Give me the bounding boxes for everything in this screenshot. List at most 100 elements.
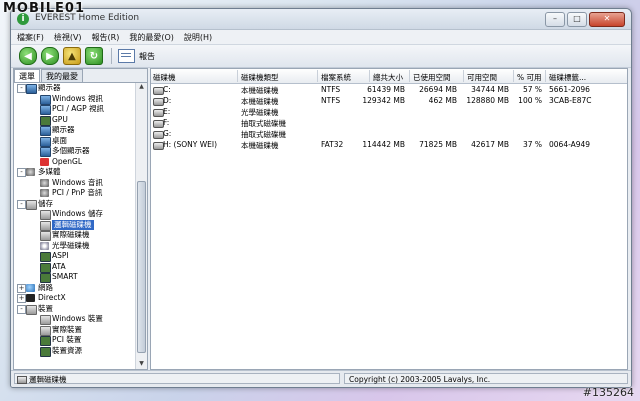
table-row[interactable]: D: 本機磁碟機 NTFS 129342 MB 462 MB 128880 MB 100 %… — [151, 96, 627, 107]
tree-item[interactable]: ATA — [14, 262, 135, 273]
close-button[interactable]: ✕ — [589, 12, 625, 27]
column-separator[interactable] — [409, 70, 410, 82]
menu-favorites[interactable]: 我的最愛(O) — [129, 32, 174, 43]
table-cell: NTFS — [321, 96, 341, 105]
column-header[interactable]: 磁碟機 — [153, 72, 176, 83]
tree-item[interactable]: Windows 音訊 — [14, 178, 135, 189]
table-row[interactable]: E: 光學磁碟機 — [151, 107, 627, 118]
table-row[interactable]: F: 抽取式磁碟機 — [151, 118, 627, 129]
report-button-label[interactable]: 報告 — [139, 51, 155, 62]
table-cell: C: — [163, 85, 171, 94]
column-header[interactable]: 總共大小 — [373, 72, 403, 83]
tree-item[interactable]: 光學磁碟機 — [14, 241, 135, 252]
table-cell: 3CAB-E87C — [549, 96, 592, 105]
menu-view[interactable]: 檢視(V) — [54, 32, 82, 43]
column-separator[interactable] — [317, 70, 318, 82]
tree-item[interactable]: - 顯示器 — [14, 83, 135, 94]
column-header[interactable]: 磁碟機類型 — [241, 72, 279, 83]
tree-item-label: GPU — [52, 114, 68, 124]
tree-item[interactable]: 多個顯示器 — [14, 146, 135, 157]
column-header[interactable]: % 可用 — [517, 72, 542, 83]
tree-item[interactable]: SMART — [14, 272, 135, 283]
column-header[interactable]: 可用空間 — [467, 72, 497, 83]
forward-arrow-icon[interactable]: ▶ — [41, 47, 59, 65]
tree-item[interactable]: 實際磁碟機 — [14, 230, 135, 241]
sound-icon — [40, 189, 49, 197]
column-header[interactable]: 檔案系統 — [321, 72, 351, 83]
tab-menu[interactable]: 選單 — [14, 69, 40, 82]
tree-item[interactable]: PCI 裝置 — [14, 335, 135, 346]
tree-item[interactable]: PCI / PnP 音訊 — [14, 188, 135, 199]
table-row[interactable]: C: 本機磁碟機 NTFS 61439 MB 26694 MB 34744 MB 57 % 5… — [151, 85, 627, 96]
refresh-icon[interactable]: ↻ — [85, 47, 103, 65]
watermark-logo: MOBILE01 — [3, 1, 85, 16]
report-icon[interactable] — [118, 49, 135, 63]
back-arrow-icon[interactable]: ◀ — [19, 47, 37, 65]
tree-scrollbar[interactable]: ▲ ▼ — [135, 83, 147, 369]
table-cell: 本機磁碟機 — [241, 86, 279, 95]
tree-item[interactable]: + DirectX — [14, 293, 135, 304]
tree-item[interactable]: 實際裝置 — [14, 325, 135, 336]
menu-report[interactable]: 報告(R) — [92, 32, 120, 43]
column-separator[interactable] — [513, 70, 514, 82]
drive-icon — [40, 210, 51, 220]
tree-item-label: 儲存 — [38, 198, 53, 208]
tree-item[interactable]: Windows 儲存 — [14, 209, 135, 220]
scroll-up-icon[interactable]: ▲ — [137, 83, 146, 92]
tree-item[interactable]: 顯示器 — [14, 125, 135, 136]
tree-item[interactable]: Windows 視訊 — [14, 94, 135, 105]
drive-icon — [26, 304, 37, 315]
column-separator[interactable] — [463, 70, 464, 82]
table-cell: F: — [163, 118, 170, 127]
minimize-button[interactable]: – — [545, 12, 565, 27]
column-separator[interactable] — [545, 70, 546, 82]
tree-item[interactable]: - 多媒體 — [14, 167, 135, 178]
expand-icon[interactable]: + — [17, 283, 26, 293]
table-cell: 61439 MB — [367, 85, 405, 94]
tree-item[interactable]: + 網路 — [14, 283, 135, 294]
sound-icon — [26, 168, 35, 176]
tree-item[interactable]: - 儲存 — [14, 199, 135, 210]
table-row[interactable]: G: 抽取式磁碟機 — [151, 129, 627, 140]
menu-bar: 檔案(F) 檢視(V) 報告(R) 我的最愛(O) 說明(H) — [11, 30, 631, 45]
device-tree: - 顯示器 Windows 視訊 PCI / AGP 視訊 GPU 顯示器桌面 多個顯示器 O… — [14, 83, 135, 369]
tree-item[interactable]: OpenGL — [14, 157, 135, 168]
tree-item-label: 顯示器 — [52, 125, 75, 134]
toolbar-separator — [111, 48, 112, 64]
tree-item[interactable]: PCI / AGP 視訊 — [14, 104, 135, 115]
scroll-down-icon[interactable]: ▼ — [137, 360, 146, 369]
tree-item-label: Windows 視訊 — [52, 93, 103, 103]
menu-file[interactable]: 檔案(F) — [17, 32, 44, 43]
column-header[interactable]: 已使用空間 — [413, 72, 451, 83]
tree-item[interactable]: 裝置資源 — [14, 346, 135, 357]
collapse-icon[interactable]: - — [17, 304, 26, 314]
tab-favorites[interactable]: 我的最愛 — [41, 69, 83, 82]
collapse-icon[interactable]: - — [17, 199, 26, 209]
maximize-button[interactable]: □ — [567, 12, 587, 27]
tree-item[interactable]: - 裝置 — [14, 304, 135, 315]
collapse-icon[interactable]: - — [17, 168, 26, 177]
collapse-icon[interactable]: - — [17, 84, 26, 93]
up-folder-icon[interactable]: ▲ — [63, 47, 81, 65]
tree-item[interactable]: ASPI — [14, 251, 135, 262]
column-header[interactable]: 磁碟標籤... — [549, 72, 586, 83]
column-separator[interactable] — [369, 70, 370, 82]
tree-item[interactable]: 邏輯磁碟機 — [14, 219, 135, 231]
tree-item[interactable]: 桌面 — [14, 136, 135, 147]
table-cell: E: — [163, 107, 171, 116]
expand-icon[interactable]: + — [17, 294, 26, 303]
table-cell: 26694 MB — [419, 85, 457, 94]
tree-item[interactable]: Windows 裝置 — [14, 314, 135, 325]
menu-help[interactable]: 說明(H) — [184, 32, 212, 43]
watermark-id: #135264 — [582, 386, 634, 399]
table-header: 磁碟機 磁碟機類型 檔案系統 總共大小 已使用空間 可用空間 % 可用 磁碟標籤... — [151, 69, 627, 84]
table-row[interactable]: H: (SONY WEI) 本機磁碟機 FAT32 114442 MB 71825 MB… — [151, 140, 627, 151]
tree-item-label: Windows 音訊 — [52, 177, 103, 187]
tree-item[interactable]: GPU — [14, 115, 135, 126]
column-separator[interactable] — [237, 70, 238, 82]
tree-item-label: 多個顯示器 — [52, 146, 90, 155]
monitor-icon — [40, 136, 51, 147]
scrollbar-thumb[interactable] — [137, 181, 146, 353]
tree-item-label: PCI / PnP 音訊 — [52, 188, 103, 197]
tree-item-label: 裝置資源 — [52, 345, 82, 355]
